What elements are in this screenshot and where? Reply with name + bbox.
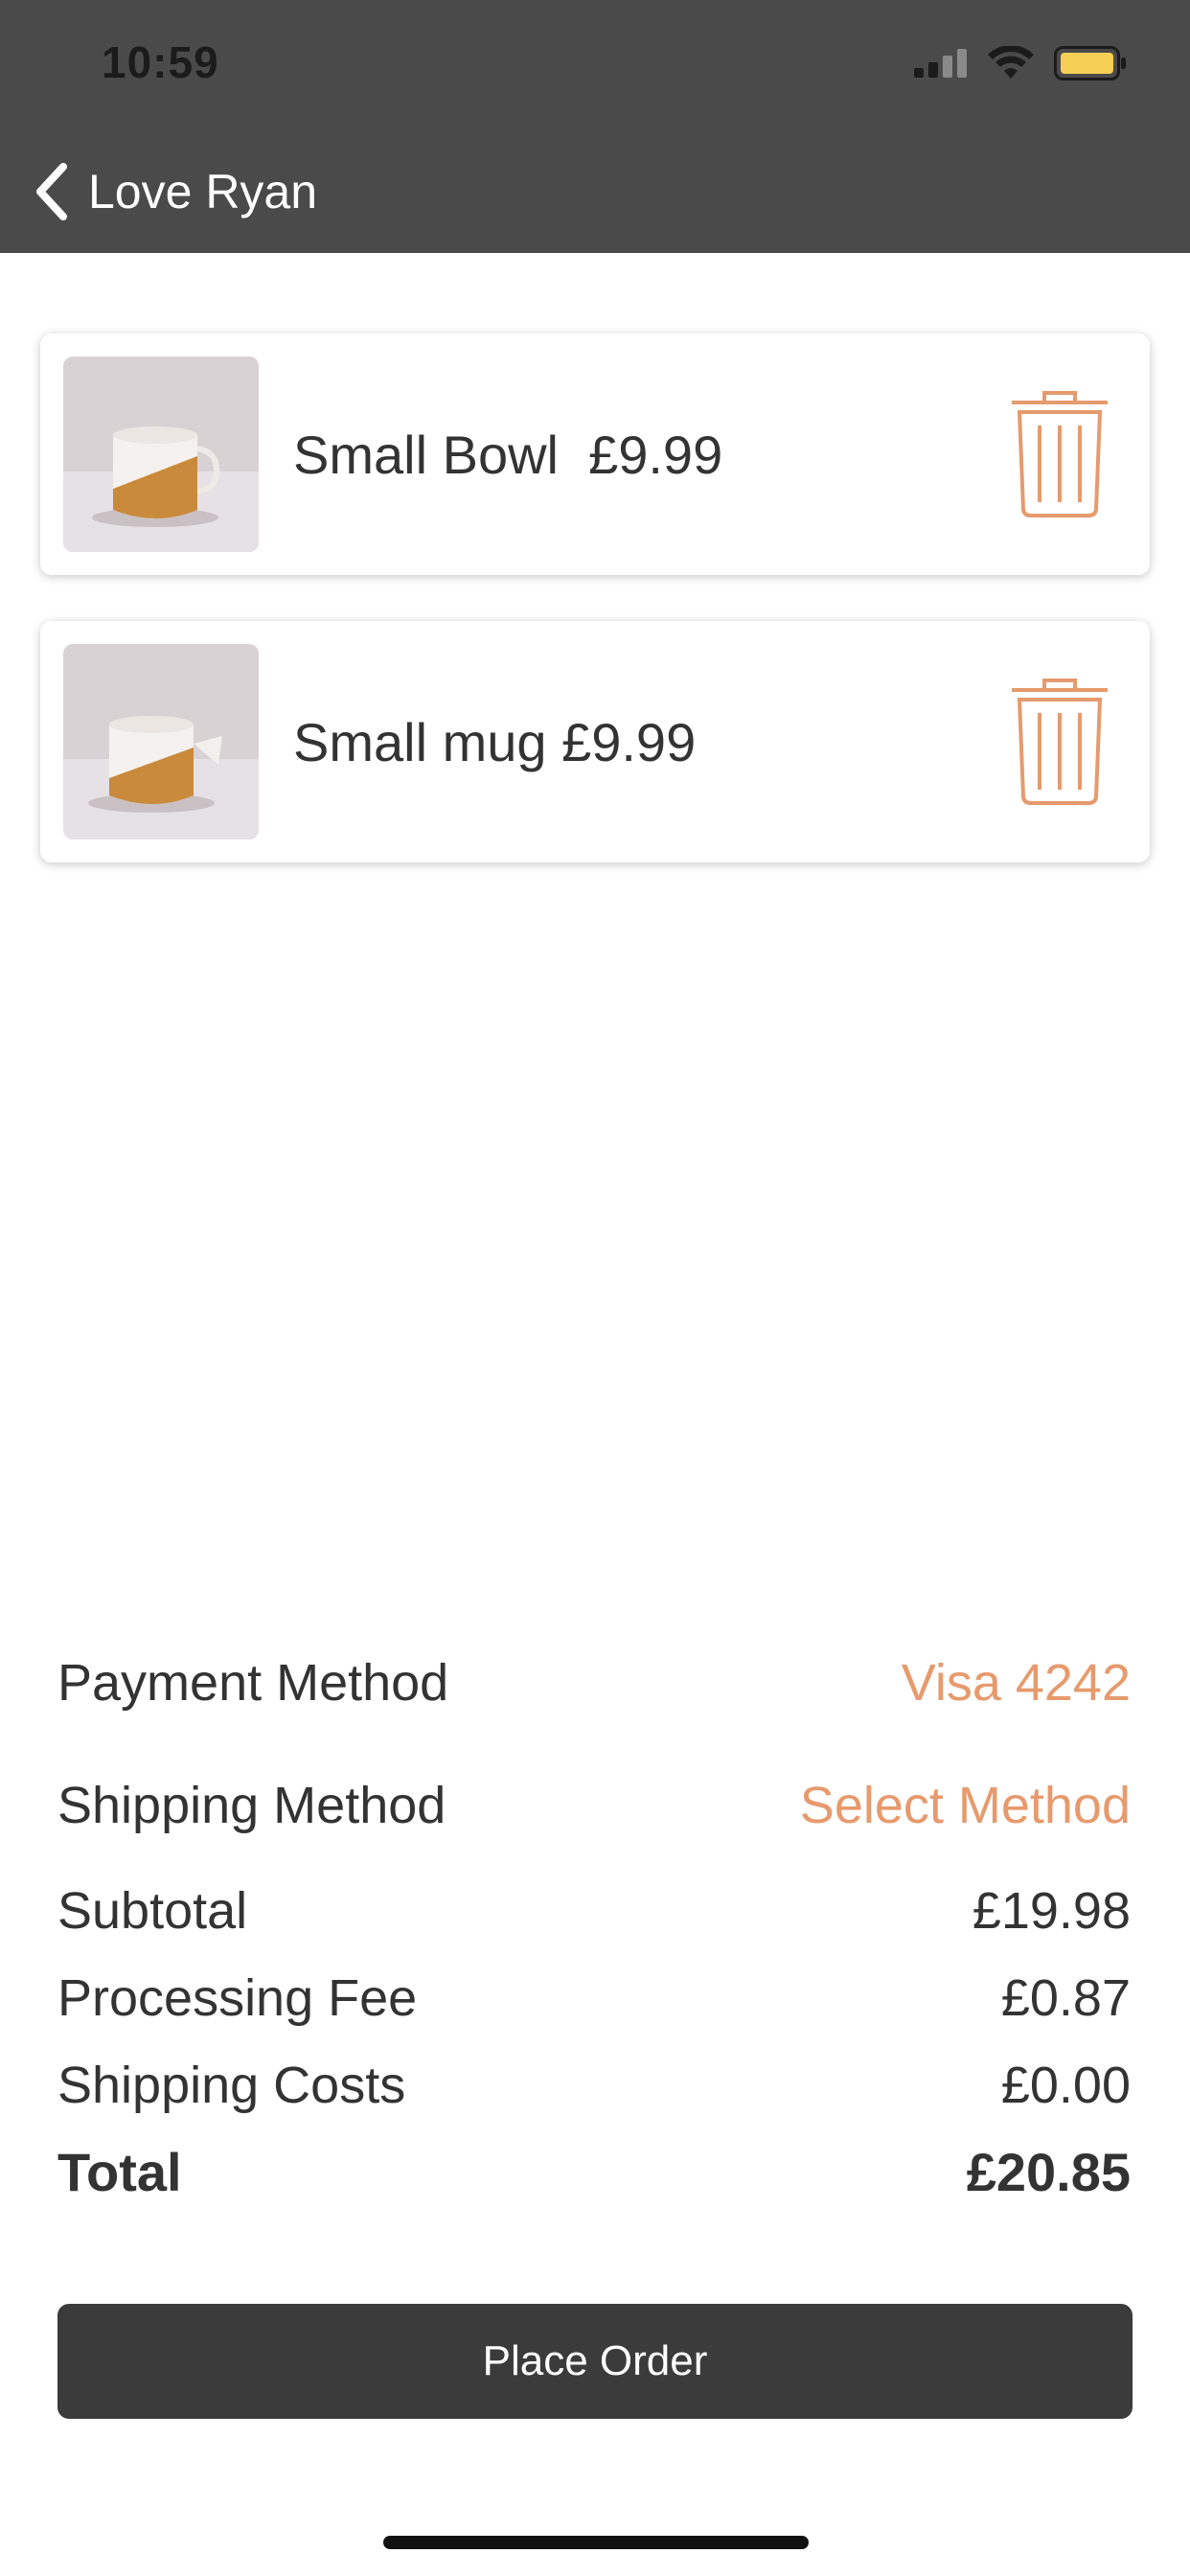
product-image (63, 356, 259, 552)
trash-icon[interactable] (1008, 387, 1111, 521)
cart-item: Small mug £9.99 (40, 621, 1150, 862)
subtotal-label: Subtotal (57, 1882, 248, 1940)
payment-method-row[interactable]: Payment Method Visa 4242 (57, 1648, 1131, 1717)
shipping-method-value[interactable]: Select Method (800, 1776, 1131, 1835)
shipping-method-label: Shipping Method (57, 1777, 446, 1834)
shipping-costs-row: Shipping Costs £0.00 (57, 2051, 1131, 2120)
subtotal-row: Subtotal £19.98 (57, 1876, 1131, 1945)
status-icons (914, 42, 1127, 84)
total-value: £20.85 (966, 2141, 1131, 2202)
cart-item: Small Bowl £9.99 (40, 334, 1150, 575)
shipping-costs-value: £0.00 (1000, 2057, 1131, 2114)
wifi-icon (988, 46, 1034, 79)
chevron-left-icon (36, 163, 67, 220)
back-label: Love Ryan (88, 165, 318, 218)
item-name-price: Small mug £9.99 (293, 711, 697, 772)
nav-header: 10:59 Love Ryan (0, 0, 1190, 253)
signal-icon (914, 49, 967, 78)
status-time: 10:59 (102, 37, 219, 87)
payment-method-value[interactable]: Visa 4242 (902, 1653, 1131, 1713)
processing-fee-label: Processing Fee (57, 1969, 418, 2027)
total-row: Total £20.85 (57, 2137, 1131, 2206)
back-button[interactable]: Love Ryan (34, 153, 317, 230)
shipping-costs-label: Shipping Costs (57, 2057, 406, 2114)
total-label: Total (57, 2141, 182, 2202)
processing-fee-row: Processing Fee £0.87 (57, 1964, 1131, 2033)
processing-fee-value: £0.87 (1000, 1969, 1131, 2027)
item-name-price: Small Bowl £9.99 (293, 424, 723, 485)
home-indicator (383, 2536, 809, 2549)
payment-method-label: Payment Method (57, 1654, 449, 1712)
subtotal-value: £19.98 (972, 1882, 1131, 1940)
shipping-method-row[interactable]: Shipping Method Select Method (57, 1771, 1131, 1840)
battery-icon (1054, 46, 1126, 80)
product-image (63, 644, 259, 840)
place-order-button[interactable]: Place Order (57, 2304, 1133, 2419)
trash-icon[interactable] (1008, 675, 1111, 809)
